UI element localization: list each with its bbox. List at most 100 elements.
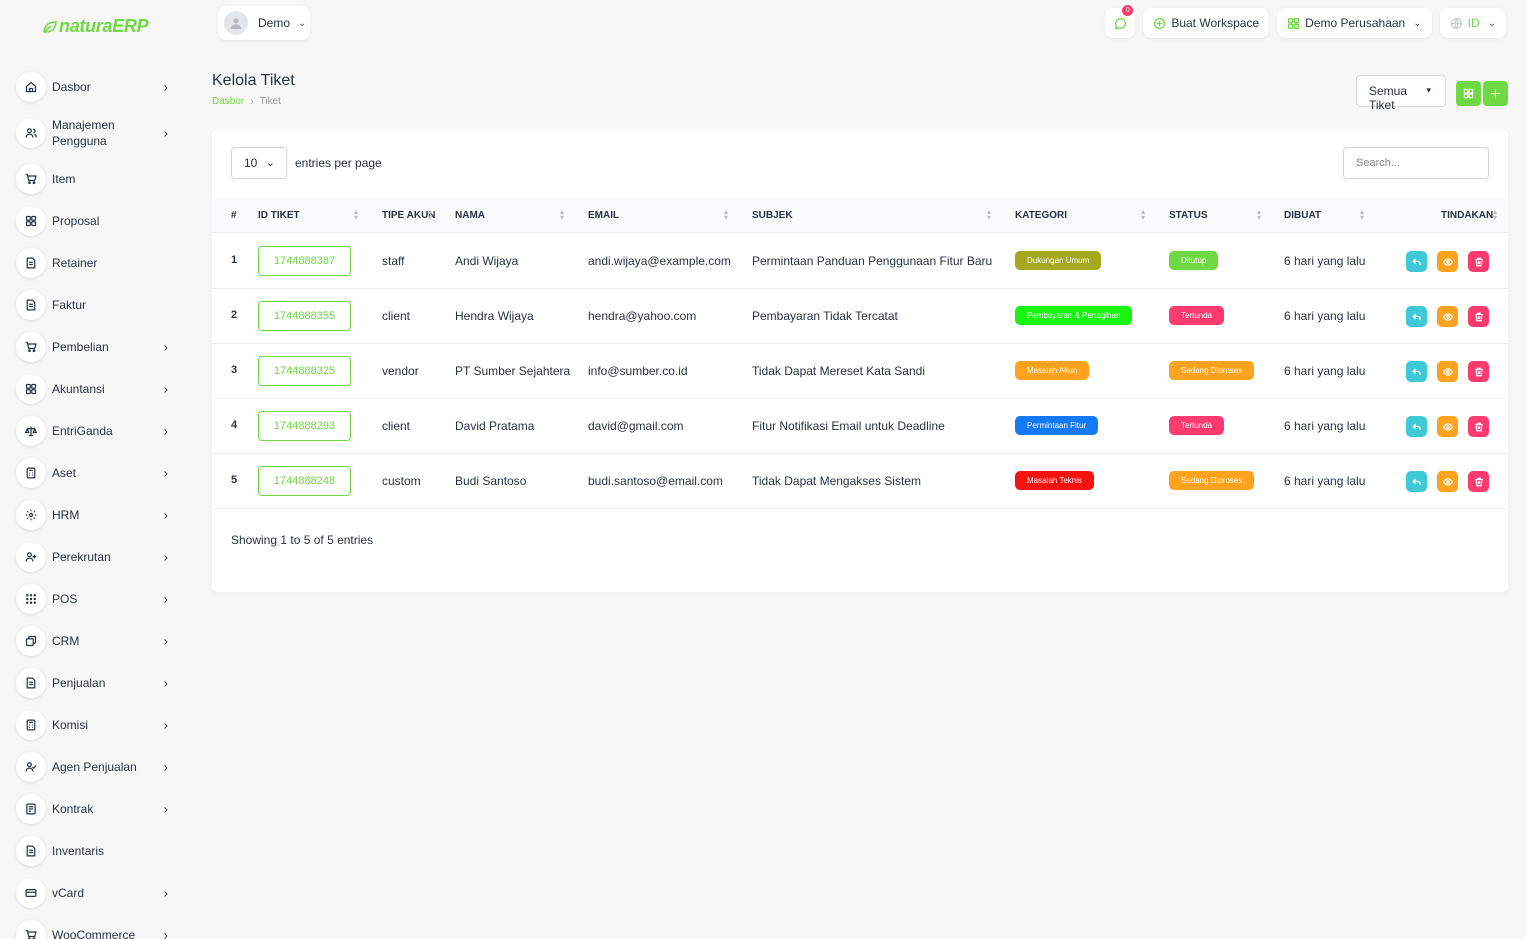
- sidebar-item-label: Penjualan: [52, 676, 106, 690]
- sidebar-item-label: Inventaris: [52, 844, 105, 858]
- topbar-actions: 0 Buat Workspace Demo Perusahaan ⌄ ID ⌄: [1105, 5, 1506, 38]
- sidebar-item-faktur[interactable]: Faktur: [12, 284, 182, 326]
- ticket-id-link[interactable]: 1744888325: [258, 356, 351, 386]
- view-button[interactable]: [1437, 361, 1458, 382]
- app-logo[interactable]: natura ERP: [42, 16, 149, 37]
- sidebar-item-woocommerce[interactable]: WooCommerce ›: [12, 914, 182, 939]
- sort-icon[interactable]: ▴ ▾: [428, 208, 432, 222]
- sidebar-item-manajemen-pengguna[interactable]: Manajemen Pengguna ›: [12, 108, 182, 158]
- sidebar-item-kontrak[interactable]: Kontrak ›: [12, 788, 182, 830]
- user-menu[interactable]: Demo ⌄: [218, 6, 310, 40]
- sidebar-item-item[interactable]: Item: [12, 158, 182, 200]
- reply-button[interactable]: [1406, 306, 1427, 327]
- customer-email: info@sumber.co.id: [588, 364, 688, 378]
- sidebar-item-aset[interactable]: Aset ›: [12, 452, 182, 494]
- sidebar-item-akuntansi[interactable]: Akuntansi ›: [12, 368, 182, 410]
- sort-icon[interactable]: ▴ ▾: [724, 208, 728, 222]
- customer-email: budi.santoso@email.com: [588, 474, 723, 488]
- language-selector[interactable]: ID ⌄: [1439, 8, 1506, 38]
- sort-icon[interactable]: ▴ ▾: [354, 208, 358, 222]
- sort-icon[interactable]: ▴ ▾: [1257, 208, 1261, 222]
- ticket-id-link[interactable]: 1744888248: [258, 466, 351, 496]
- sidebar-item-pembelian[interactable]: Pembelian ›: [12, 326, 182, 368]
- created-time: 6 hari yang lalu: [1284, 254, 1366, 268]
- add-ticket-button[interactable]: [1483, 81, 1508, 106]
- sidebar-item-retainer[interactable]: Retainer: [12, 242, 182, 284]
- column-header-status[interactable]: STATUS: [1169, 210, 1208, 221]
- grid-view-button[interactable]: [1456, 81, 1481, 106]
- breadcrumb-link-dashboard[interactable]: Dasbor: [212, 96, 244, 107]
- sidebar-item-label: vCard: [52, 886, 85, 900]
- table-row: 2 1744888355 client Hendra Wijaya hendra…: [212, 289, 1508, 344]
- chevron-right-icon: ›: [163, 79, 168, 95]
- reply-button[interactable]: [1406, 471, 1427, 492]
- status-badge: Tertunda: [1169, 416, 1225, 435]
- reply-button[interactable]: [1406, 416, 1427, 437]
- sort-icon[interactable]: ▴ ▾: [1141, 208, 1145, 222]
- column-header-category[interactable]: KATEGORI: [1015, 210, 1067, 221]
- delete-button[interactable]: [1468, 361, 1489, 382]
- entries-per-page: 10 ⌄ entries per page: [231, 147, 382, 179]
- sidebar-item-pos[interactable]: POS ›: [12, 578, 182, 620]
- reply-icon: [1411, 422, 1421, 430]
- column-header-actions[interactable]: TINDAKAN: [1441, 210, 1493, 221]
- sidebar-item-hrm[interactable]: HRM ›: [12, 494, 182, 536]
- column-header-created[interactable]: DIBUAT: [1284, 210, 1321, 221]
- view-button[interactable]: [1437, 416, 1458, 437]
- chevron-right-icon: ›: [163, 717, 168, 733]
- view-button[interactable]: [1437, 471, 1458, 492]
- create-workspace-button[interactable]: Buat Workspace: [1143, 8, 1270, 38]
- customer-name: Budi Santoso: [455, 474, 527, 488]
- table-info: Showing 1 to 5 of 5 entries: [231, 533, 374, 547]
- sidebar-item-crm[interactable]: CRM ›: [12, 620, 182, 662]
- sidebar-item-proposal[interactable]: Proposal: [12, 200, 182, 242]
- column-header-ticket-id[interactable]: ID TIKET: [258, 210, 300, 221]
- user-check-icon: [16, 752, 46, 782]
- sidebar-item-komisi[interactable]: Komisi ›: [12, 704, 182, 746]
- ticket-id-link[interactable]: 1744888355: [258, 301, 351, 331]
- sort-icon[interactable]: ▴ ▾: [987, 208, 991, 222]
- search-input[interactable]: Search...: [1343, 147, 1489, 179]
- reply-button[interactable]: [1406, 251, 1427, 272]
- ticket-filter-select[interactable]: Semua Tiket ▾: [1356, 75, 1446, 112]
- messages-button[interactable]: 0: [1105, 5, 1136, 38]
- row-number: 4: [231, 419, 238, 431]
- sidebar-item-vcard[interactable]: vCard ›: [12, 872, 182, 914]
- created-time: 6 hari yang lalu: [1284, 474, 1366, 488]
- view-button[interactable]: [1437, 306, 1458, 327]
- ticket-id-link[interactable]: 1744888387: [258, 246, 351, 276]
- sidebar-item-perekrutan[interactable]: Perekrutan ›: [12, 536, 182, 578]
- view-button[interactable]: [1437, 251, 1458, 272]
- column-header-name[interactable]: NAMA: [455, 210, 485, 221]
- file-icon: [16, 836, 46, 866]
- sidebar-item-label: Item: [52, 172, 76, 186]
- chevron-right-icon: ›: [163, 339, 168, 355]
- sidebar-item-dasbor[interactable]: Dasbor ›: [12, 66, 182, 108]
- company-selector[interactable]: Demo Perusahaan ⌄: [1277, 8, 1432, 38]
- sidebar-item-agen-penjualan[interactable]: Agen Penjualan ›: [12, 746, 182, 788]
- sort-icon[interactable]: ▴ ▾: [1493, 208, 1497, 222]
- reply-button[interactable]: [1406, 361, 1427, 382]
- chevron-right-icon: ›: [163, 675, 168, 691]
- reply-icon: [1411, 367, 1421, 375]
- notification-count: 0: [1122, 5, 1134, 16]
- sort-icon[interactable]: ▴ ▾: [560, 208, 564, 222]
- sidebar-item-penjualan[interactable]: Penjualan ›: [12, 662, 182, 704]
- sidebar-item-inventaris[interactable]: Inventaris: [12, 830, 182, 872]
- column-header-number[interactable]: #: [231, 210, 237, 221]
- delete-button[interactable]: [1468, 306, 1489, 327]
- sidebar-item-label: CRM: [52, 634, 80, 648]
- sidebar-item-entriganda[interactable]: EntriGanda ›: [12, 410, 182, 452]
- grid-icon: [1463, 88, 1474, 99]
- column-header-subject[interactable]: SUBJEK: [752, 210, 793, 221]
- card-icon: [16, 878, 46, 908]
- grid-icon: [1288, 17, 1300, 29]
- ticket-id-link[interactable]: 1744888293: [258, 411, 351, 441]
- table-row: 4 1744888293 client David Pratama david@…: [212, 399, 1508, 454]
- delete-button[interactable]: [1468, 416, 1489, 437]
- delete-button[interactable]: [1468, 471, 1489, 492]
- sort-icon[interactable]: ▴ ▾: [1360, 208, 1364, 222]
- delete-button[interactable]: [1468, 251, 1489, 272]
- column-header-email[interactable]: EMAIL: [588, 210, 619, 221]
- per-page-select[interactable]: 10 ⌄: [231, 147, 287, 179]
